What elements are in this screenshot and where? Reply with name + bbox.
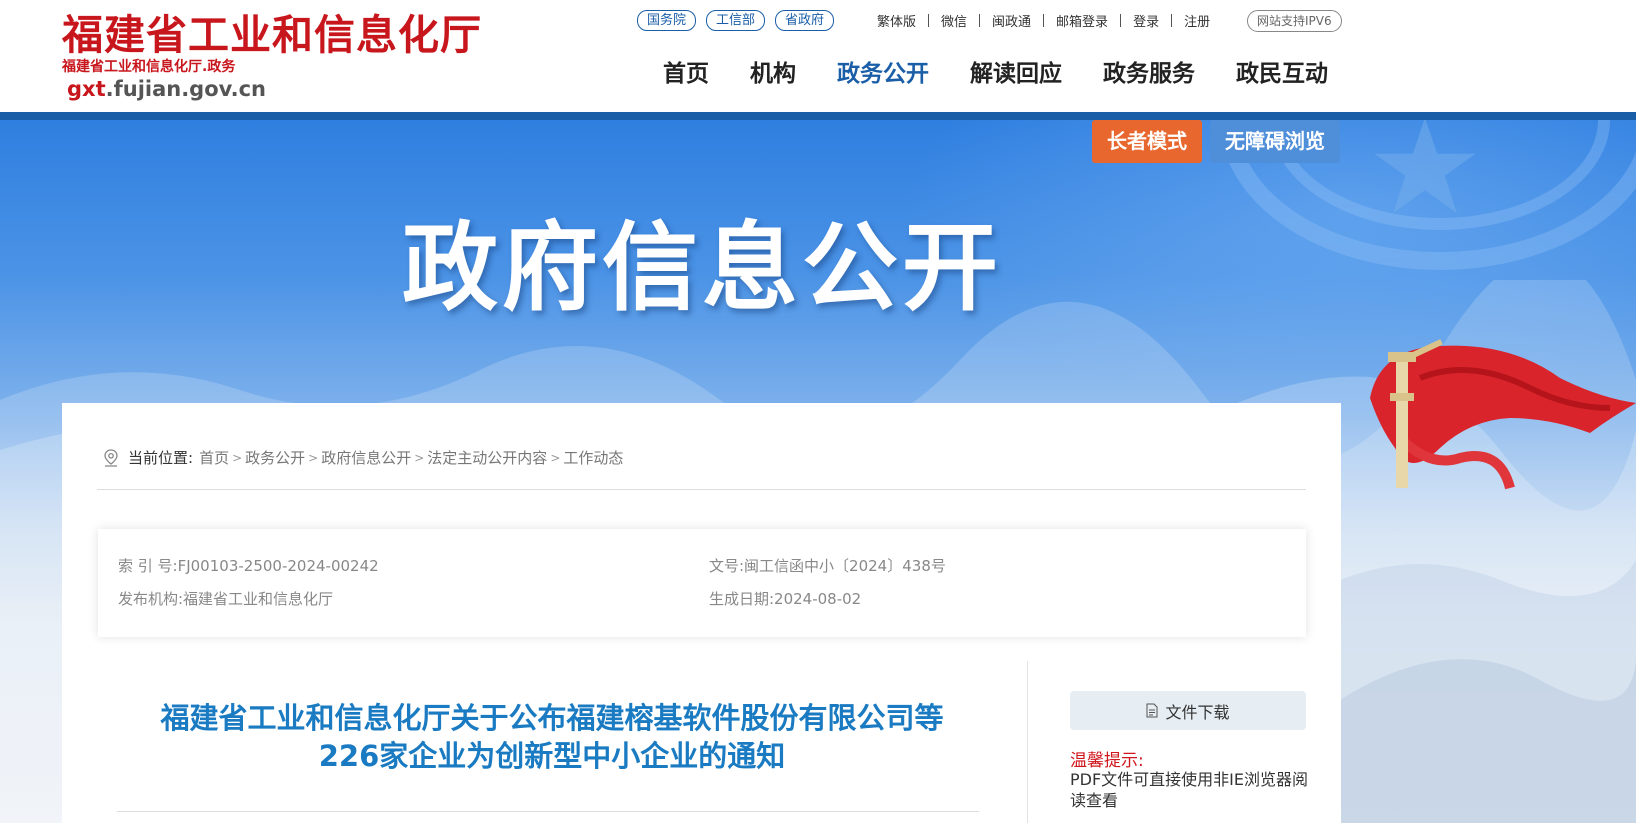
- breadcrumb-work-news[interactable]: 工作动态: [563, 447, 623, 468]
- breadcrumb-home[interactable]: 首页: [199, 447, 229, 468]
- nav-interpretation[interactable]: 解读回应: [970, 58, 1062, 90]
- elder-mode-button[interactable]: 长者模式: [1092, 120, 1202, 163]
- ipv6-badge: 网站支持IPV6: [1247, 10, 1342, 32]
- document-title: 福建省工业和信息化厅关于公布福建榕基软件股份有限公司等 226家企业为创新型中小…: [112, 699, 992, 775]
- breadcrumb-gov-affairs-open[interactable]: 政务公开: [245, 447, 305, 468]
- breadcrumb-statutory-content[interactable]: 法定主动公开内容: [427, 447, 547, 468]
- star-icon: [1374, 120, 1476, 214]
- location-pin-icon: [104, 448, 118, 467]
- chevron-right-icon: >: [232, 450, 243, 465]
- meta-publisher: 发布机构:福建省工业和信息化厅: [118, 590, 334, 608]
- nav-gov-affairs-open[interactable]: 政务公开: [837, 58, 929, 90]
- document-icon: [1146, 703, 1158, 718]
- chevron-right-icon: >: [550, 450, 561, 465]
- logo-domain: gxt.fujian.gov.cn: [67, 76, 482, 102]
- logo-title: 福建省工业和信息化厅: [62, 11, 482, 59]
- banner-title: 政府信息公开: [402, 212, 1002, 324]
- nav-home[interactable]: 首页: [663, 58, 709, 90]
- link-wechat[interactable]: 微信: [941, 11, 967, 30]
- header-accent-bar: [0, 112, 1636, 120]
- tip-title: 温馨提示:: [1070, 751, 1144, 771]
- meta-document-number: 文号:闽工信函中小〔2024〕438号: [709, 557, 946, 575]
- link-minzhengtong[interactable]: 闽政通: [992, 11, 1031, 30]
- file-download-button[interactable]: 文件下载: [1070, 691, 1306, 730]
- document-meta: 索 引 号:FJ00103-2500-2024-00242 文号:闽工信函中小〔…: [98, 529, 1306, 637]
- separator: [979, 14, 981, 27]
- accessibility-modes: 长者模式 无障碍浏览: [1092, 120, 1340, 163]
- nav-interaction[interactable]: 政民互动: [1236, 58, 1328, 90]
- main-nav: 首页 机构 政务公开 解读回应 政务服务 政民互动: [663, 58, 1328, 90]
- breadcrumb-label: 当前位置:: [128, 449, 194, 467]
- site-logo[interactable]: 福建省工业和信息化厅 福建省工业和信息化厅.政务 gxt.fujian.gov.…: [62, 12, 482, 102]
- breadcrumb-divider: [97, 489, 1306, 490]
- link-state-council[interactable]: 国务院: [637, 10, 697, 31]
- separator: [928, 14, 930, 27]
- breadcrumb-gov-info-open[interactable]: 政府信息公开: [321, 447, 411, 468]
- meta-date: 生成日期:2024-08-02: [709, 590, 862, 608]
- link-provincial-gov[interactable]: 省政府: [775, 10, 835, 31]
- meta-index-number: 索 引 号:FJ00103-2500-2024-00242: [118, 557, 379, 575]
- logo-subtitle: 福建省工业和信息化厅.政务: [62, 59, 236, 75]
- chevron-right-icon: >: [414, 450, 425, 465]
- barrier-free-button[interactable]: 无障碍浏览: [1210, 120, 1340, 163]
- logo-domain-rest: .fujian.gov.cn: [105, 77, 266, 101]
- tip-text: PDF文件可直接使用非IE浏览器阅读查看: [1070, 770, 1309, 810]
- chevron-right-icon: >: [308, 450, 319, 465]
- link-mail-login[interactable]: 邮箱登录: [1056, 11, 1108, 30]
- link-login[interactable]: 登录: [1133, 11, 1159, 30]
- breadcrumb: 当前位置: 首页 > 政务公开 > 政府信息公开 > 法定主动公开内容 > 工作…: [102, 447, 623, 468]
- link-traditional[interactable]: 繁体版: [877, 11, 916, 30]
- nav-organization[interactable]: 机构: [750, 58, 796, 90]
- site-header: 福建省工业和信息化厅 福建省工业和信息化厅.政务 gxt.fujian.gov.…: [0, 0, 1636, 112]
- column-divider: [1027, 661, 1028, 823]
- content-panel: 当前位置: 首页 > 政务公开 > 政府信息公开 > 法定主动公开内容 > 工作…: [62, 403, 1341, 823]
- link-miit[interactable]: 工信部: [706, 10, 766, 31]
- document-title-line1: 福建省工业和信息化厅关于公布福建榕基软件股份有限公司等: [160, 701, 944, 735]
- separator: [1043, 14, 1045, 27]
- logo-domain-prefix: gxt: [67, 77, 106, 101]
- link-register[interactable]: 注册: [1184, 11, 1210, 30]
- separator: [1171, 14, 1173, 27]
- external-links: 国务院 工信部 省政府: [637, 10, 835, 31]
- separator: [1120, 14, 1122, 27]
- utility-links: 繁体版 微信 闽政通 邮箱登录 登录 注册: [877, 11, 1210, 30]
- document-title-line2: 226家企业为创新型中小企业的通知: [318, 739, 786, 773]
- huabiao-ribbon-icon: [1370, 339, 1636, 490]
- file-download-label: 文件下载: [1165, 702, 1230, 722]
- title-divider: [117, 811, 979, 812]
- nav-gov-services[interactable]: 政务服务: [1103, 58, 1195, 90]
